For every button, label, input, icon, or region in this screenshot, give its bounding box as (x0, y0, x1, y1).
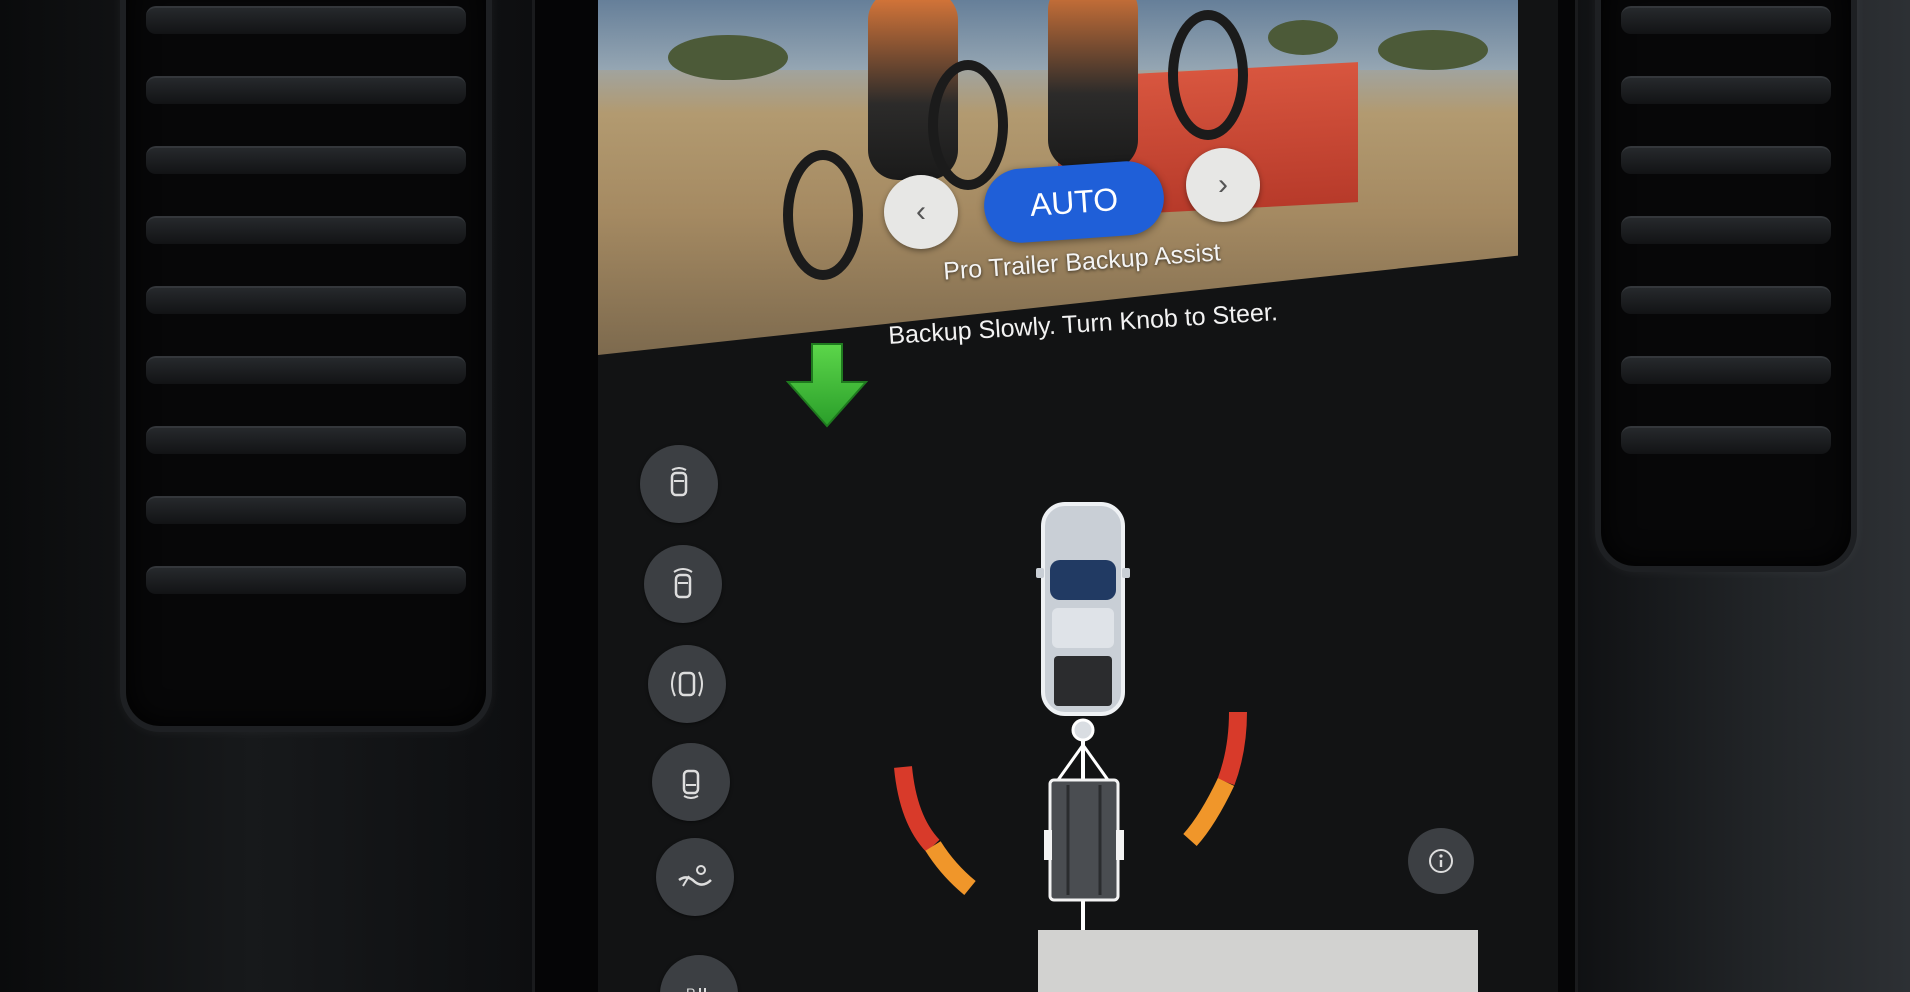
trailer-guidance-diagram (894, 502, 1247, 930)
air-vent-left (120, 0, 492, 732)
surround-view-button[interactable] (648, 645, 726, 723)
left-guidance-arc (894, 766, 976, 895)
hitch-ball-icon (1071, 718, 1095, 742)
front-camera-button[interactable] (640, 445, 718, 523)
front-sensors-button[interactable] (644, 545, 722, 623)
reverse-direction-arrow-icon (786, 343, 868, 428)
dashboard-scene: ‹ AUTO › Pro Trailer Backup Assist Backu… (0, 0, 1910, 992)
air-vent-right (1595, 0, 1857, 572)
bottom-panel (1038, 930, 1478, 992)
trailer-hitch-icon (678, 865, 712, 887)
truck-icon (1036, 502, 1130, 716)
infotainment-screen: ‹ AUTO › Pro Trailer Backup Assist Backu… (598, 0, 1558, 992)
info-icon (1429, 849, 1453, 873)
right-guidance-arc (1183, 711, 1247, 847)
front-camera-icon (670, 467, 688, 497)
trailer-icon (1044, 740, 1124, 930)
parking-icon: P (686, 985, 706, 992)
chevron-right-icon: › (1218, 168, 1228, 201)
info-button[interactable] (1408, 828, 1474, 894)
parking-button[interactable]: P (660, 955, 738, 992)
chevron-left-icon: ‹ (916, 195, 926, 228)
trailer-hitch-button[interactable] (656, 838, 734, 916)
rear-camera-icon (682, 769, 700, 799)
auto-mode-button[interactable]: AUTO (981, 158, 1167, 246)
rear-camera-button[interactable] (652, 743, 730, 821)
svg-text:P: P (686, 985, 695, 992)
auto-mode-label: AUTO (1028, 180, 1120, 223)
front-sensors-icon (673, 568, 693, 599)
prev-mode-button[interactable]: ‹ (884, 175, 958, 249)
next-mode-button[interactable]: › (1186, 148, 1260, 222)
surround-view-icon (671, 671, 703, 697)
